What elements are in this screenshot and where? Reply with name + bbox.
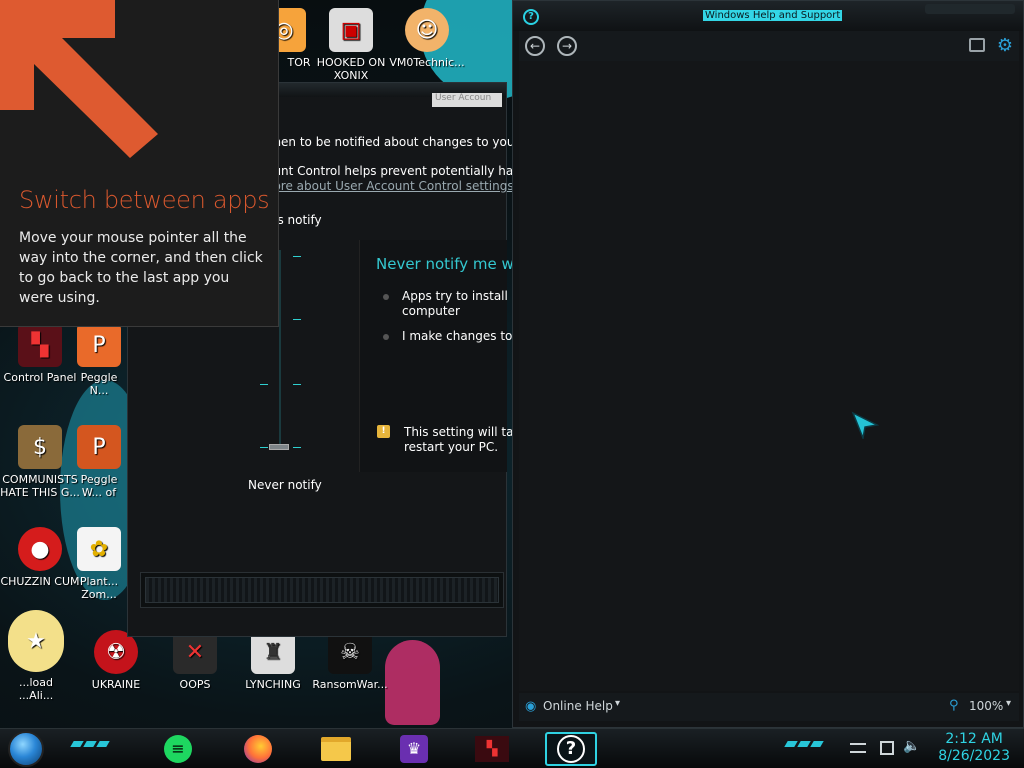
- help-question-icon: ?: [523, 9, 539, 25]
- online-help-dropdown[interactable]: Online Help: [543, 699, 613, 713]
- chevron-down-icon[interactable]: ▾: [1006, 698, 1011, 709]
- network-icon[interactable]: [880, 741, 894, 755]
- desktop-icon-peggle-nights[interactable]: P Peggle N... Delu...: [72, 323, 126, 397]
- window-controls[interactable]: [925, 4, 1015, 14]
- money-bag-icon: $: [18, 425, 62, 469]
- control-panel-icon: ▚: [475, 736, 509, 762]
- desktop-icon-communists[interactable]: $ COMMUNISTS HATE THIS G...: [0, 425, 80, 499]
- help-support-window[interactable]: ? Windows Help and Support ← → ⚙ ◉ Onlin…: [512, 0, 1024, 728]
- uac-horizontal-scrollbar[interactable]: [140, 572, 504, 608]
- help-window-title: Windows Help and Support: [703, 10, 843, 21]
- desktop-icon-ukraine[interactable]: ☢ UKRAINE: [76, 630, 156, 691]
- switch-apps-tip[interactable]: Switch between apps Move your mouse poin…: [0, 0, 279, 327]
- taskbar-app-help[interactable]: ?: [545, 732, 597, 766]
- help-content-area: [519, 61, 1019, 691]
- taskbar-app-explorer[interactable]: [316, 732, 356, 766]
- desktop: ◎ TOR ▣ HOOKED ON XONIX ☺ VM0Technic... …: [0, 0, 1024, 768]
- clock-date: 8/26/2023: [938, 748, 1010, 764]
- uac-heading: ...hen to be notified about changes to y…: [262, 135, 530, 149]
- control-panel-icon: ▚: [18, 323, 62, 367]
- peggle-icon: P: [77, 323, 121, 367]
- uac-warning-line-1: This setting will tak: [404, 425, 521, 439]
- spotify-icon: ≡: [164, 735, 192, 763]
- zoom-icon: ⚲: [949, 698, 959, 713]
- desktop-icon-lynching[interactable]: ♜ LYNCHING: [233, 630, 313, 691]
- peggle-wow-icon: P: [77, 425, 121, 469]
- wallpaper-character: [385, 640, 440, 725]
- volume-icon[interactable]: 🔈: [903, 738, 920, 754]
- show-hidden-icons[interactable]: [850, 743, 866, 753]
- uac-slider-tick: [293, 319, 301, 320]
- uac-slider-thumb[interactable]: [269, 444, 289, 450]
- vm0-icon: ☺: [405, 8, 449, 52]
- desktop-icon-ransomware[interactable]: ☠ RansomWar...: [310, 630, 390, 691]
- help-titlebar[interactable]: ? Windows Help and Support: [513, 1, 1023, 31]
- uac-description: ...unt Control helps prevent potentially…: [262, 164, 530, 178]
- start-button[interactable]: [8, 731, 44, 767]
- desktop-icon-peggle-wow[interactable]: P Peggle W... of Warcr...: [72, 425, 126, 499]
- uac-bullet-1-cont: computer: [402, 304, 460, 318]
- forward-button[interactable]: →: [557, 36, 577, 56]
- uac-slider-tick: [260, 384, 268, 385]
- help-question-icon: ?: [557, 735, 585, 763]
- print-icon[interactable]: [969, 38, 985, 52]
- taskbar: ≡ ♛ ▚ ? 🔈 2:12 AM 8/26/2023: [0, 728, 1024, 768]
- clock-time: 2:12 AM: [945, 731, 1003, 747]
- uac-slider-track: [279, 250, 281, 450]
- uac-warning-line-2: restart your PC.: [404, 440, 499, 454]
- desktop-icon-chuzzle[interactable]: ● CHUZZIN CUM: [0, 527, 80, 601]
- taskbar-decoration: [784, 741, 824, 747]
- uac-bullet-1: Apps try to install s: [402, 289, 518, 303]
- zoom-level[interactable]: 100%: [969, 699, 1003, 713]
- tip-title: Switch between apps: [19, 186, 270, 214]
- taskbar-app-firefox[interactable]: [238, 732, 278, 766]
- help-statusbar: ◉ Online Help ▾ ⚲ 100% ▾: [519, 693, 1019, 721]
- tip-description: Move your mouse pointer all the way into…: [19, 230, 263, 306]
- taskbar-app-spotify[interactable]: ≡: [158, 732, 198, 766]
- plants-icon: ✿: [77, 527, 121, 571]
- uac-slider-tick: [293, 256, 301, 257]
- uac-title-fragment: User Accoun: [432, 93, 502, 107]
- desktop-icon-star[interactable]: ★ ...load ...Ali...: [0, 610, 72, 702]
- uac-learn-more-link[interactable]: ...ore about User Account Control settin…: [262, 179, 514, 193]
- uac-slider-tick: [293, 447, 301, 448]
- back-button[interactable]: ←: [525, 36, 545, 56]
- scrollbar-thumb[interactable]: [145, 577, 499, 603]
- star-icon: ★: [8, 610, 64, 672]
- chevron-down-icon[interactable]: ▾: [615, 698, 620, 709]
- desktop-icon-xonix[interactable]: ▣ HOOKED ON XONIX: [311, 8, 391, 82]
- firefox-icon: [244, 735, 272, 763]
- mouse-cursor-icon: [851, 411, 879, 439]
- settings-gear-icon[interactable]: ⚙: [997, 35, 1013, 56]
- desktop-icon-oops[interactable]: ✕ OOPS: [155, 630, 235, 691]
- clock[interactable]: 2:12 AM 8/26/2023: [938, 731, 1010, 765]
- uac-slider-value-label: Never notify: [248, 478, 322, 492]
- uac-info-title: Never notify me w: [376, 255, 514, 273]
- warning-icon: !: [377, 425, 390, 438]
- uac-bullet-2: I make changes to W: [402, 329, 529, 343]
- taskbar-decoration: [70, 741, 110, 747]
- desktop-icon-plants-zombies[interactable]: ✿ Plant... Zom...: [72, 527, 126, 601]
- arrow-up-left-icon: [0, 0, 158, 158]
- uac-slider-tick: [260, 447, 268, 448]
- chuzzle-icon: ●: [18, 527, 62, 571]
- trophy-icon: ♛: [400, 735, 428, 763]
- online-help-icon: ◉: [525, 699, 537, 714]
- bullet-icon: [383, 294, 389, 300]
- uac-slider-tick: [293, 384, 301, 385]
- folder-icon: [321, 737, 351, 761]
- help-toolbar: ← → ⚙: [519, 31, 1019, 61]
- desktop-icon-vm0[interactable]: ☺ VM0Technic...: [387, 8, 467, 69]
- bullet-icon: [383, 334, 389, 340]
- xonix-icon: ▣: [329, 8, 373, 52]
- taskbar-app-trophy[interactable]: ♛: [394, 732, 434, 766]
- taskbar-app-control-panel[interactable]: ▚: [472, 732, 512, 766]
- desktop-icon-control-panel[interactable]: ▚ Control Panel: [0, 323, 80, 384]
